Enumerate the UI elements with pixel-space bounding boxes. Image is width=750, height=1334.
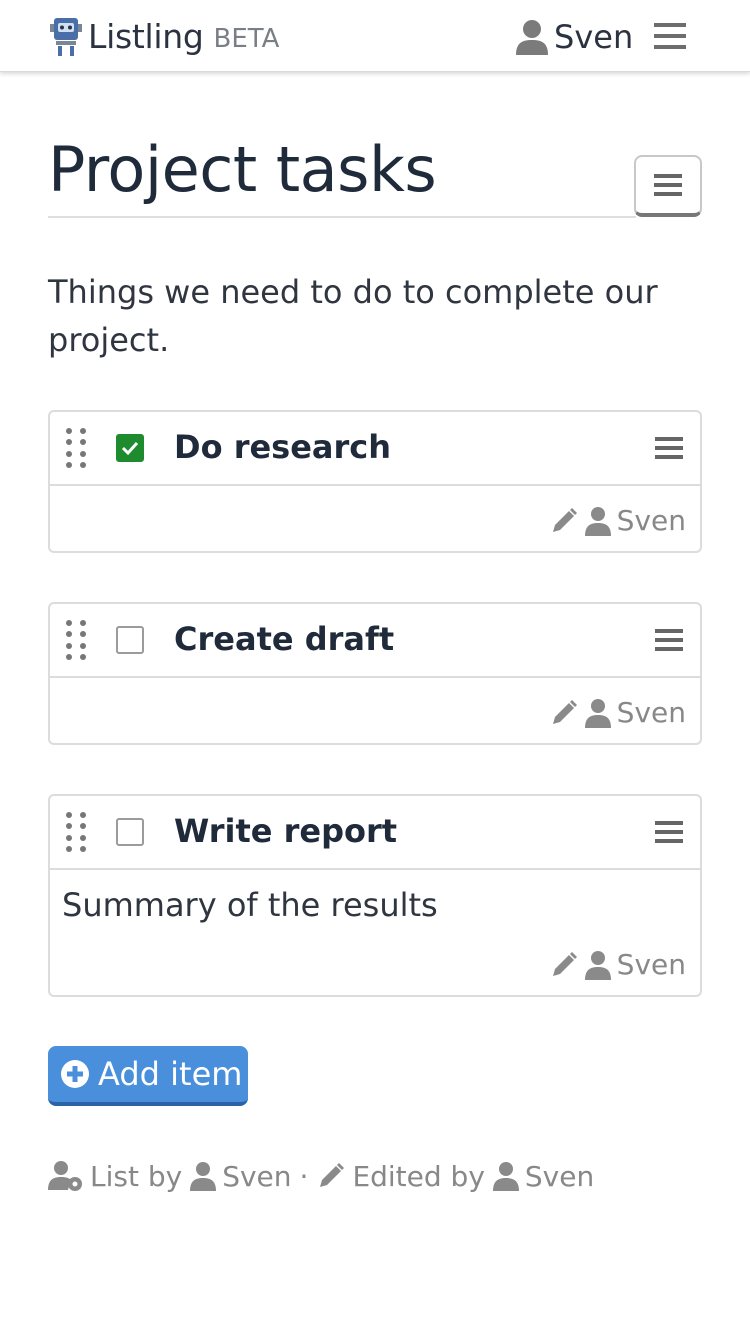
user-icon bbox=[516, 20, 548, 55]
item-header: Do research bbox=[50, 412, 700, 486]
user-icon bbox=[584, 698, 611, 728]
edited-by-label: Edited by bbox=[352, 1159, 485, 1193]
drag-handle-icon[interactable] bbox=[64, 426, 88, 470]
user-menu[interactable]: Sven bbox=[516, 18, 633, 56]
user-icon bbox=[492, 1162, 519, 1191]
list-title-text: Project tasks bbox=[48, 133, 437, 206]
item-menu-icon[interactable] bbox=[654, 434, 684, 462]
robot-logo-icon bbox=[50, 18, 82, 56]
app-name: Listling bbox=[88, 16, 204, 56]
drag-handle-icon[interactable] bbox=[64, 618, 88, 662]
item-checkbox[interactable] bbox=[116, 626, 144, 654]
item-note: Summary of the results bbox=[62, 886, 438, 924]
footer-separator: · bbox=[299, 1159, 309, 1193]
item-header: Create draft bbox=[50, 604, 700, 678]
edited-by-user[interactable]: Sven bbox=[525, 1160, 594, 1193]
item-body: Sven bbox=[50, 678, 700, 743]
item-meta: Sven bbox=[549, 504, 686, 537]
list-by-user[interactable]: Sven bbox=[222, 1160, 291, 1193]
item-title: Write report bbox=[174, 812, 398, 850]
user-icon bbox=[584, 950, 611, 980]
list-item[interactable]: Write report Summary of the results Sven bbox=[48, 794, 702, 997]
list-item[interactable]: Do research Sven bbox=[48, 410, 702, 553]
beta-badge: BETA bbox=[213, 24, 280, 54]
pencil-icon bbox=[552, 699, 577, 724]
item-author: Sven bbox=[616, 948, 686, 981]
user-name: Sven bbox=[554, 18, 634, 56]
item-header: Write report bbox=[50, 796, 700, 870]
pencil-icon bbox=[320, 1163, 345, 1187]
pencil-icon bbox=[552, 951, 577, 976]
item-author: Sven bbox=[616, 696, 686, 729]
item-checkbox[interactable] bbox=[116, 434, 144, 462]
item-author: Sven bbox=[616, 504, 686, 537]
user-icon bbox=[190, 1162, 217, 1191]
user-cog-icon bbox=[48, 1161, 82, 1191]
item-body: Sven bbox=[50, 486, 700, 551]
list-title: Project tasks bbox=[48, 128, 636, 218]
drag-handle-icon[interactable] bbox=[64, 810, 88, 854]
item-menu-icon[interactable] bbox=[654, 818, 684, 846]
hamburger-menu-icon[interactable] bbox=[652, 20, 688, 52]
list-item[interactable]: Create draft Sven bbox=[48, 602, 702, 745]
list-description: Things we need to do to complete our pro… bbox=[48, 273, 658, 359]
list-menu-button[interactable] bbox=[634, 155, 702, 217]
list-by-label: List by bbox=[90, 1159, 183, 1193]
checkmark-icon bbox=[121, 441, 139, 456]
list-footer: List by Sven · Edited by Sven bbox=[48, 1156, 594, 1196]
item-title: Do research bbox=[174, 428, 392, 466]
item-checkbox[interactable] bbox=[116, 818, 144, 846]
item-body: Summary of the results Sven bbox=[50, 870, 700, 995]
add-item-button[interactable]: Add item bbox=[48, 1046, 248, 1106]
brand-link[interactable]: Listling BETA bbox=[50, 14, 279, 58]
item-menu-icon[interactable] bbox=[654, 626, 684, 654]
top-navbar: Listling BETA Sven bbox=[0, 0, 750, 72]
plus-circle-icon bbox=[61, 1060, 89, 1088]
item-meta: Sven bbox=[549, 948, 686, 981]
pencil-icon bbox=[552, 507, 577, 532]
hamburger-icon bbox=[654, 174, 682, 196]
item-meta: Sven bbox=[549, 696, 686, 729]
item-title: Create draft bbox=[174, 620, 395, 658]
user-icon bbox=[584, 506, 611, 536]
add-item-label: Add item bbox=[98, 1055, 243, 1093]
